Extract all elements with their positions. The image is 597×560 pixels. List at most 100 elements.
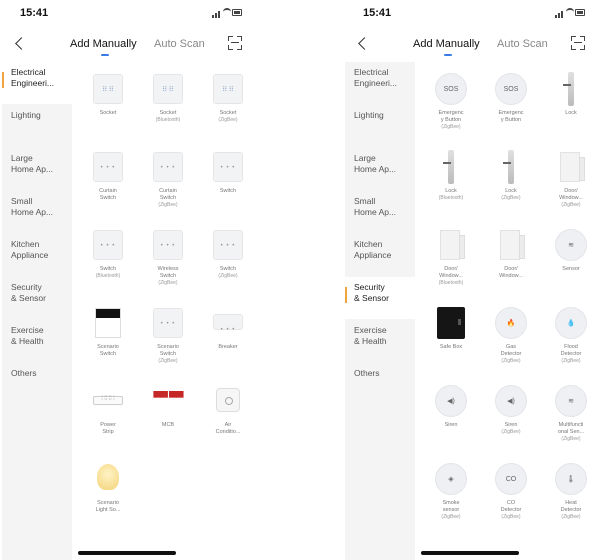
tab-add-manually[interactable]: Add Manually [70,38,137,50]
device-name: Emergenc y Button [498,110,524,123]
sidebar-item-category[interactable]: Exercise & Health [345,320,415,362]
device-tile[interactable]: Scenario Switch [78,298,138,376]
signal-bar-icon [218,11,220,18]
device-tile[interactable]: MCB [138,376,198,454]
device-name: Socket [219,110,237,116]
device-tile[interactable]: CO CO Detector (ZigBee) [481,454,541,532]
multifunctional-sensor-icon: ≋ [554,384,588,418]
tab-auto-scan[interactable]: Auto Scan [154,38,205,50]
device-tile[interactable]: SOS Emergenc y Button (ZigBee) [421,64,481,142]
sidebar-item-category[interactable]: Kitchen Appliance [2,234,72,276]
lock-icon [494,150,528,184]
device-tile[interactable]: ≋ Sensor [541,220,595,298]
sidebar-item-category[interactable]: Large Home Ap... [345,148,415,190]
device-tile[interactable]: ◀) Siren (ZigBee) [481,376,541,454]
category-sidebar: Electrical Engineeri... Lighting Large Hom… [2,62,72,560]
device-label: Switch (Bluetooth) [78,266,138,280]
device-tile[interactable]: Breaker [198,298,252,376]
sidebar-item-category[interactable]: Lighting [2,105,72,147]
signal-bar-icon [212,15,214,18]
sidebar-item-category[interactable]: Others [2,363,72,405]
battery-icon [575,9,585,16]
device-tile[interactable]: Switch(ZigBee) [198,220,252,298]
device-tile[interactable]: Lock [541,64,595,142]
breaker-icon [211,306,245,340]
curtain-switch-icon [91,150,125,184]
device-tile[interactable]: ◈ Smoke sensor (ZigBee) [421,454,481,532]
device-tile[interactable]: Scenario Light So... [78,454,138,532]
device-tile[interactable]: Power Strip [78,376,138,454]
device-label: Breaker [198,344,252,351]
device-label: Smoke sensor (ZigBee) [421,500,481,521]
device-tile[interactable]: SOS Emergenc y Button [481,64,541,142]
device-label: Multifuncti onal Sen... (ZigBee) [541,422,595,443]
device-tile[interactable]: Curtain Switch [78,142,138,220]
device-protocol: (ZigBee) [218,273,238,279]
device-name: Curtain Switch [99,188,117,201]
sidebar-item-category[interactable]: Security & Sensor [345,277,415,319]
device-name: Flood Detector [560,344,582,357]
device-name: Siren [444,422,458,428]
device-tile[interactable]: Switch [198,142,252,220]
device-tile[interactable]: Wireless Switch(ZigBee) [138,220,198,298]
device-tile[interactable]: Scenario Switch(ZigBee) [138,298,198,376]
device-tile[interactable]: Curtain Switch(ZigBee) [138,142,198,220]
sidebar-item-label: Kitchen Appliance [354,239,392,260]
sidebar-item-category[interactable]: Exercise & Health [2,320,72,362]
sidebar-item-category[interactable]: Small Home Ap... [345,191,415,233]
device-grid: SocketSocket(Bluetooth)Socket(ZigBee)Cur… [74,62,252,560]
device-tile[interactable]: Switch(Bluetooth) [78,220,138,298]
device-tile[interactable]: Safe Box [421,298,481,376]
mcb-icon [151,384,185,418]
device-name: MCB [161,422,175,428]
device-tile[interactable]: Lock (Bluetooth) [421,142,481,220]
device-name: CO Detector [500,500,522,513]
device-tile[interactable]: Lock (ZigBee) [481,142,541,220]
nav-bar: Add Manually Auto Scan [345,32,595,60]
device-name: Scenario Light So... [95,500,121,513]
sidebar-item-category[interactable]: Kitchen Appliance [345,234,415,276]
phone-screen-security: 15:41 Add Manually Auto Scan Electrical Eng… [345,0,595,560]
device-protocol: (ZigBee) [441,514,461,520]
device-tile[interactable]: Door/ Window... (ZigBee) [541,142,595,220]
sidebar-item-category[interactable]: Small Home Ap... [2,191,72,233]
device-tile[interactable]: ≋ Multifuncti onal Sen... (ZigBee) [541,376,595,454]
switch-zigbee-icon [211,228,245,262]
sidebar-item-category[interactable]: Others [345,363,415,405]
device-label: Switch (ZigBee) [198,266,252,280]
device-tile[interactable]: 🌡 Heat Detector (ZigBee) [541,454,595,532]
sidebar-item-label: Small Home Ap... [11,196,54,217]
device-label: Safe Box [421,344,481,351]
device-tile[interactable]: 💧 Flood Detector (ZigBee) [541,298,595,376]
scenario-switch-zigbee-icon [151,306,185,340]
back-arrow-icon[interactable] [10,34,30,54]
wireless-switch-icon [151,228,185,262]
device-name: Socket [99,110,117,116]
device-label: Curtain Switch [78,188,138,202]
tab-auto-scan[interactable]: Auto Scan [497,38,548,50]
back-arrow-icon[interactable] [353,34,373,54]
device-tile[interactable]: Socket(Bluetooth) [138,64,198,142]
device-protocol: (ZigBee) [561,514,581,520]
sidebar-item-category[interactable]: Electrical Engineeri... [345,62,415,104]
scan-icon[interactable] [571,36,585,50]
sidebar-item-category[interactable]: Large Home Ap... [2,148,72,190]
device-tile[interactable]: 🔥 Gas Detector (ZigBee) [481,298,541,376]
scan-icon[interactable] [228,36,242,50]
device-label: Heat Detector (ZigBee) [541,500,595,521]
device-tile[interactable]: ◀) Siren [421,376,481,454]
sidebar-item-category[interactable]: Electrical Engineeri... [2,62,72,104]
sidebar-item-category[interactable]: Lighting [345,105,415,147]
device-name: Sensor [562,266,580,272]
device-tile[interactable]: Socket [78,64,138,142]
tab-add-manually[interactable]: Add Manually [413,38,480,50]
device-label: Emergenc y Button (ZigBee) [421,110,481,131]
device-protocol: (ZigBee) [441,124,461,130]
device-label: Siren [421,422,481,429]
device-tile[interactable]: Door/ Window... [481,220,541,298]
device-tile[interactable]: Socket(ZigBee) [198,64,252,142]
sidebar-item-label: Exercise & Health [354,325,387,346]
sidebar-item-category[interactable]: Security & Sensor [2,277,72,319]
device-tile[interactable]: Door/ Window... (Bluetooth) [421,220,481,298]
device-tile[interactable]: Air Conditio... [198,376,252,454]
